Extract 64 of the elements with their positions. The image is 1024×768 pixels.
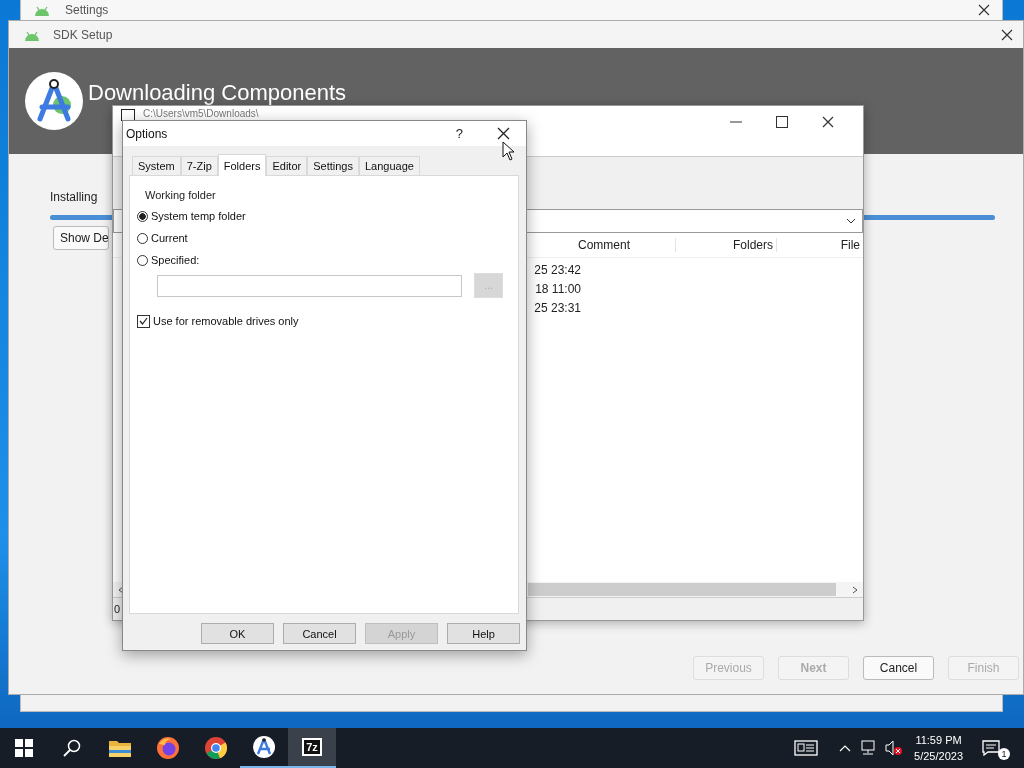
close-icon[interactable] (497, 127, 510, 140)
help-button[interactable]: ? (455, 126, 463, 141)
checkmark-icon (139, 317, 148, 325)
page-heading: Downloading Components (88, 80, 347, 106)
windows-logo-icon (15, 739, 33, 757)
scroll-thumb[interactable] (528, 583, 836, 596)
dialog-button[interactable]: Cancel (283, 623, 356, 644)
maximize-icon[interactable] (776, 116, 788, 128)
clock-date[interactable]: 5/25/2023 (914, 748, 963, 764)
scroll-right-icon[interactable] (852, 585, 858, 594)
dialog-button[interactable]: Help (447, 623, 520, 644)
tab[interactable]: Folders (217, 154, 267, 176)
folder-icon (108, 738, 132, 758)
compass-logo-icon (252, 735, 276, 759)
radio-label[interactable]: Current (151, 232, 188, 244)
wizard-button[interactable]: Cancel (863, 656, 934, 680)
compass-logo-icon (24, 71, 84, 131)
table-cell: 18 11:00 (535, 281, 581, 296)
notification-count: 1 (998, 748, 1010, 760)
notification-button[interactable]: 1 (982, 733, 1010, 763)
network-icon[interactable] (860, 740, 877, 756)
window-title: Settings (65, 3, 109, 17)
dialog-title: Options (126, 126, 168, 141)
fox-globe-icon (156, 736, 180, 760)
tab[interactable]: Settings (307, 156, 359, 175)
table-cell: 25 23:42 (534, 262, 581, 277)
radio-label[interactable]: System temp folder (151, 210, 246, 222)
app-logo: 7z (302, 738, 322, 756)
close-icon[interactable] (978, 4, 990, 16)
close-icon[interactable] (1001, 28, 1013, 41)
close-icon[interactable] (822, 116, 834, 128)
chevron-up-icon[interactable] (839, 744, 852, 752)
taskbar-button[interactable]: 7z (288, 728, 336, 768)
chevron-down-icon[interactable] (846, 218, 856, 224)
status-text: 0 (114, 603, 121, 615)
radio-label[interactable]: Specified: (151, 254, 200, 266)
status-label: Installing (50, 190, 98, 204)
column-header[interactable]: Folders (676, 238, 777, 252)
clock-time[interactable]: 11:59 PM (915, 732, 962, 748)
group-label: Working folder (145, 189, 217, 201)
chrome-ball-icon (204, 736, 228, 760)
window-title: SDK Setup (53, 27, 113, 42)
dialog-button[interactable]: OK (201, 623, 274, 644)
tab[interactable]: System (132, 156, 181, 175)
tab[interactable]: 7-Zip (180, 156, 218, 175)
scroll-left-icon[interactable] (118, 585, 124, 594)
details-button[interactable]: Show De (53, 226, 109, 250)
newspaper-icon[interactable] (794, 740, 819, 756)
radio-button[interactable] (137, 210, 148, 222)
checkbox[interactable] (137, 314, 150, 328)
path-field[interactable] (157, 274, 463, 297)
window-title: C:\Users\vm5\Downloads\ (143, 108, 259, 120)
tab[interactable]: Language (358, 156, 420, 175)
checkbox-label[interactable]: Use for removable drives only (153, 315, 299, 327)
speaker-muted-icon[interactable] (885, 740, 904, 756)
message-icon (982, 740, 1000, 756)
radio-button[interactable] (137, 232, 148, 244)
search-icon (63, 739, 81, 757)
radio-button[interactable] (137, 254, 148, 266)
tab[interactable]: Editor (266, 156, 308, 175)
column-header[interactable]: Comment (575, 238, 676, 252)
android-icon (33, 4, 51, 16)
table-cell: 25 23:31 (534, 300, 581, 315)
column-header[interactable]: File (777, 238, 863, 252)
